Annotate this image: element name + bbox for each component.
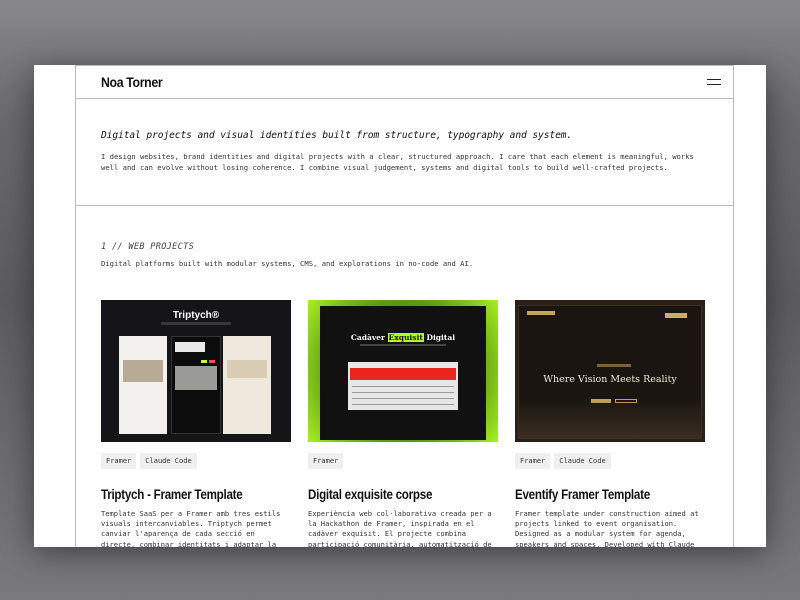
tag-framer: Framer	[101, 453, 137, 469]
project-title[interactable]: Digital exquisite corpse	[308, 487, 471, 502]
thumbnail-screen: Cadàver Exquisit Digital	[320, 306, 486, 440]
browser-page: Noa Torner Digital projects and visual i…	[34, 65, 766, 547]
intro-lead: Digital projects and visual identities b…	[101, 130, 573, 141]
tag-claude-code: Claude Code	[140, 453, 197, 469]
tag-list: Framer	[308, 453, 498, 469]
project-card-eventify[interactable]: Where Vision Meets Reality Framer Claude…	[515, 300, 705, 547]
section-subtitle: Digital platforms built with modular sys…	[101, 259, 474, 268]
section-title: 1 // WEB PROJECTS	[101, 242, 195, 252]
mockup-logo	[527, 311, 555, 315]
project-title[interactable]: Triptych - Framer Template	[101, 487, 264, 502]
mockup-table-row	[352, 398, 454, 399]
mockup-table-row	[352, 392, 454, 393]
tag-framer: Framer	[515, 453, 551, 469]
project-cards: Triptych® Framer Claude Code Triptych - …	[101, 300, 708, 547]
project-thumbnail[interactable]: Triptych®	[101, 300, 291, 442]
mockup-red-banner	[350, 368, 456, 380]
mockup-pill	[597, 364, 631, 367]
tag-list: Framer Claude Code	[515, 453, 705, 469]
project-thumbnail[interactable]: Cadàver Exquisit Digital	[308, 300, 498, 442]
content-frame: Noa Torner Digital projects and visual i…	[75, 65, 734, 547]
heading-highlight: Exquisit	[387, 333, 424, 342]
mockup-text-block	[175, 342, 205, 352]
mockup-crowd	[519, 398, 701, 438]
project-card-triptych[interactable]: Triptych® Framer Claude Code Triptych - …	[101, 300, 291, 547]
project-title[interactable]: Eventify Framer Template	[515, 487, 678, 502]
project-thumbnail[interactable]: Where Vision Meets Reality	[515, 300, 705, 442]
tag-framer: Framer	[308, 453, 344, 469]
project-description: Template SaaS per a Framer amb tres esti…	[101, 509, 281, 547]
mockup-accent-red	[209, 360, 215, 363]
heading-post: Digital	[426, 333, 456, 342]
heading-pre: Cadàver	[350, 333, 385, 342]
mockup-cream	[223, 336, 271, 434]
intro-section: Digital projects and visual identities b…	[76, 99, 733, 206]
mockup-table-row	[352, 404, 454, 405]
menu-line	[707, 84, 721, 85]
project-description: Framer template under construction aimed…	[515, 509, 699, 547]
menu-line	[707, 79, 721, 80]
mockup-photo	[227, 360, 267, 378]
thumbnail-heading: Where Vision Meets Reality	[543, 374, 677, 385]
thumbnail-subline	[161, 322, 231, 325]
hamburger-menu-icon[interactable]	[707, 77, 721, 87]
intro-description: I design websites, brand identities and …	[101, 152, 694, 172]
mockup-photo	[175, 366, 217, 390]
brand-name[interactable]: Noa Torner	[101, 74, 163, 90]
mockup-light	[119, 336, 167, 434]
thumbnail-subline	[360, 344, 446, 346]
top-navigation-bar: Noa Torner	[76, 65, 733, 99]
project-description: Experiència web col·laborativa creada pe…	[308, 509, 492, 547]
tag-list: Framer Claude Code	[101, 453, 291, 469]
thumbnail-screen: Where Vision Meets Reality	[518, 305, 702, 439]
mockup-cta	[665, 313, 687, 318]
web-projects-section: 1 // WEB PROJECTS Digital platforms buil…	[76, 206, 733, 547]
thumbnail-heading: Cadàver Exquisit Digital	[320, 333, 486, 342]
project-card-exquisite-corpse[interactable]: Cadàver Exquisit Digital Framer Digital …	[308, 300, 498, 547]
mockup-table-row	[352, 386, 454, 387]
mockup-photo	[123, 360, 163, 382]
thumbnail-heading: Triptych®	[172, 310, 220, 321]
mockup-accent-green	[201, 360, 207, 363]
tag-claude-code: Claude Code	[554, 453, 611, 469]
